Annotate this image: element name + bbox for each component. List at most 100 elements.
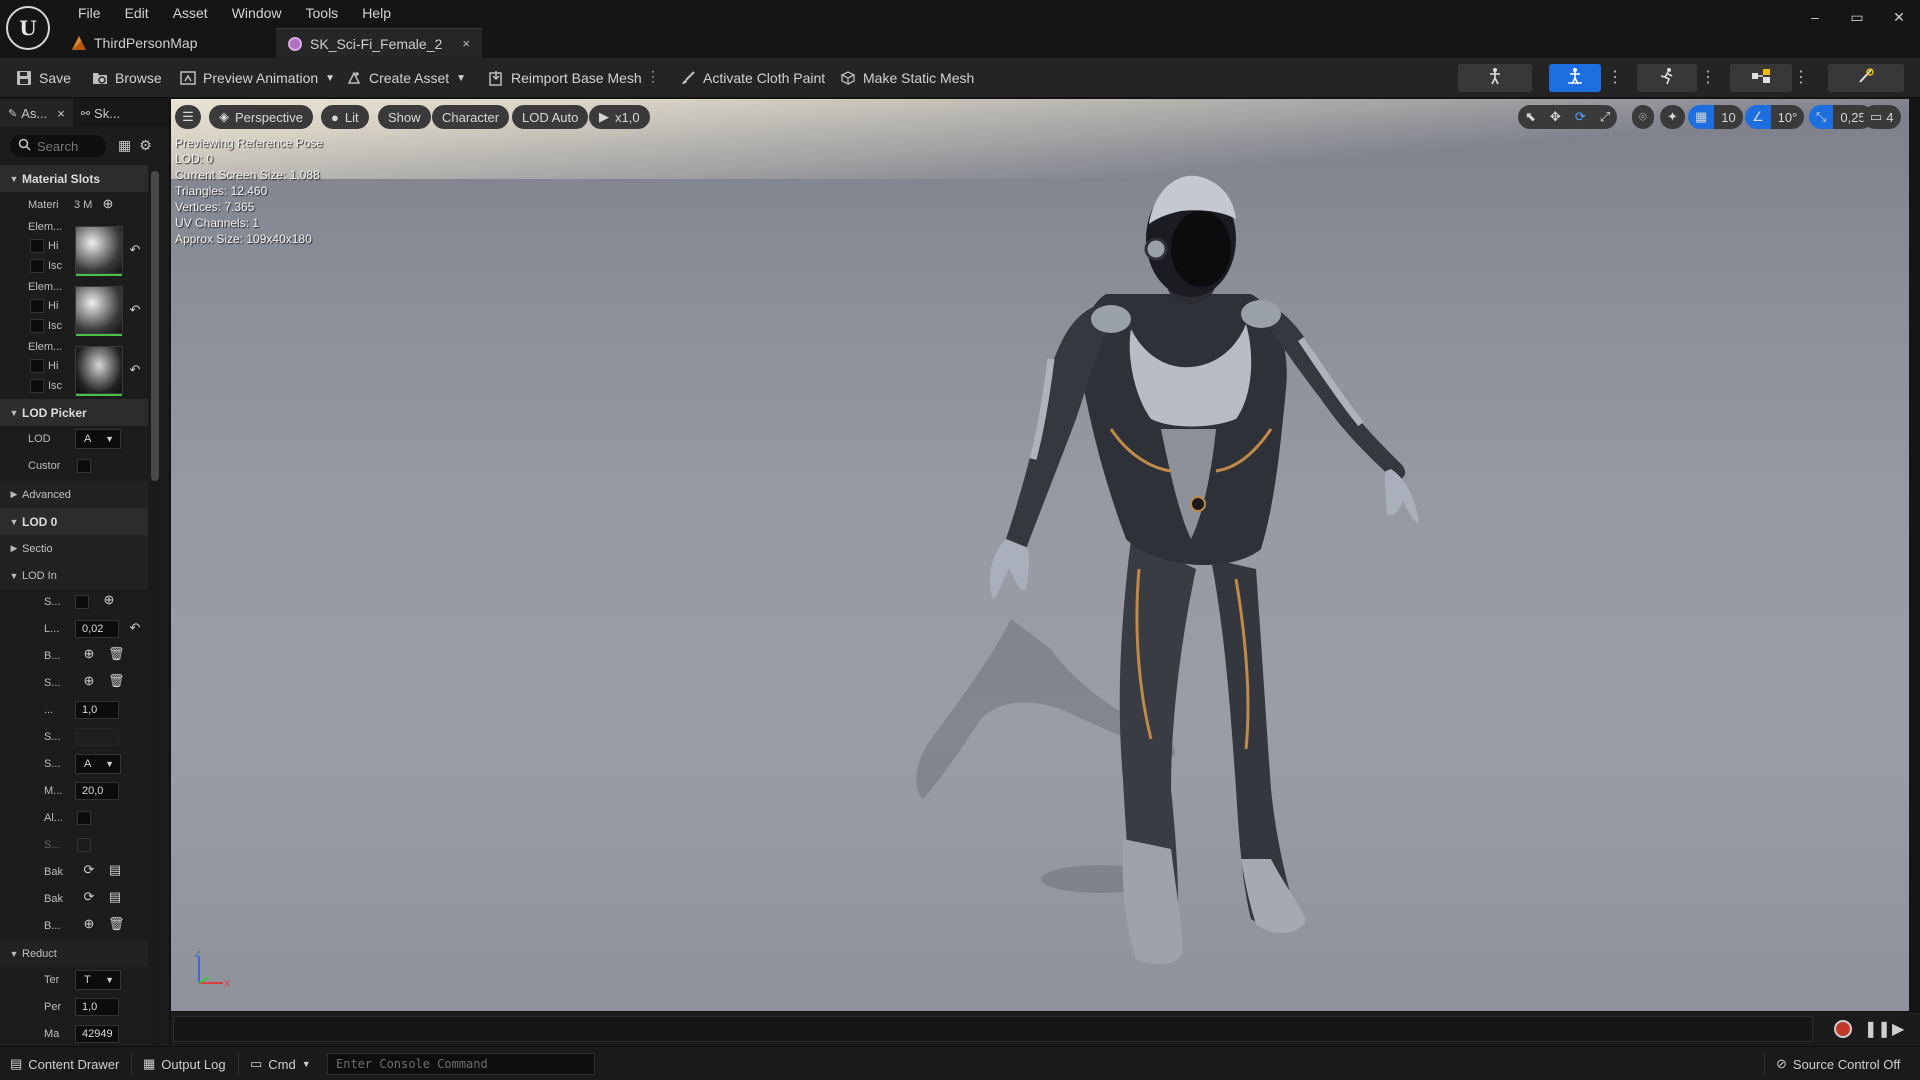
camera-speed-button[interactable]: ▭ 4: [1863, 105, 1901, 129]
percent-input[interactable]: 1,0: [75, 998, 119, 1016]
browse-asset-icon[interactable]: ▤: [108, 889, 122, 905]
save-button[interactable]: Save: [16, 66, 71, 90]
isolate-checkbox[interactable]: [30, 379, 44, 393]
minimize-button[interactable]: –: [1794, 6, 1836, 28]
add-circle-icon[interactable]: ⊕: [82, 646, 96, 662]
console-command-input[interactable]: Enter Console Command: [327, 1053, 595, 1075]
prop-empty-input[interactable]: [75, 728, 119, 746]
scale-snap-icon[interactable]: ⤡: [1809, 105, 1834, 129]
highlight-checkbox[interactable]: [30, 299, 44, 313]
tab-skeleton-tree[interactable]: ⚯ Sk...: [73, 99, 128, 127]
highlight-checkbox[interactable]: [30, 359, 44, 373]
termination-dropdown[interactable]: T ▼: [75, 970, 121, 990]
lod-screen-size-input[interactable]: 0,02: [75, 620, 119, 638]
search-input[interactable]: Search: [10, 135, 106, 157]
character-model[interactable]: [171, 99, 1909, 1011]
material-thumbnail[interactable]: [75, 346, 123, 396]
prop-dropdown[interactable]: A ▼: [75, 754, 121, 774]
output-log-button[interactable]: ▦ Output Log: [143, 1055, 226, 1073]
add-circle-icon[interactable]: ⊕: [82, 916, 96, 932]
select-mode-icon[interactable]: ⬉: [1518, 105, 1543, 129]
animation-mode-button[interactable]: [1637, 64, 1697, 92]
blueprint-mode-button[interactable]: [1730, 64, 1792, 92]
category-material-slots[interactable]: ▼ Material Slots: [0, 165, 148, 192]
material-thumbnail[interactable]: [75, 286, 123, 336]
viewport-menu-button[interactable]: ☰: [175, 105, 201, 129]
trash-icon[interactable]: 🗑: [108, 916, 125, 932]
lod-auto-button[interactable]: LOD Auto: [512, 105, 589, 129]
gear-icon[interactable]: ⚙: [139, 137, 152, 154]
mesh-mode-options-icon[interactable]: ⋮: [1607, 66, 1623, 90]
activate-cloth-paint-button[interactable]: Activate Cloth Paint: [680, 66, 825, 90]
highlight-checkbox[interactable]: [30, 239, 44, 253]
isolate-checkbox[interactable]: [30, 319, 44, 333]
perspective-button[interactable]: ◈ Perspective: [209, 105, 313, 129]
tab-asset-details[interactable]: ✎ As... ×: [0, 99, 73, 127]
angle-snap-icon[interactable]: ∠: [1745, 105, 1771, 129]
close-window-button[interactable]: ✕: [1878, 6, 1920, 28]
create-asset-dropdown[interactable]: Create Asset ▼: [346, 66, 466, 90]
refresh-icon[interactable]: ⟳: [82, 862, 96, 878]
category-lod-picker[interactable]: ▼ LOD Picker: [0, 399, 148, 426]
trash-icon[interactable]: 🗑: [108, 673, 125, 689]
world-local-icon[interactable]: ⌾: [1632, 105, 1654, 129]
prop-number-input[interactable]: 20,0: [75, 782, 119, 800]
add-circle-icon[interactable]: ⊕: [101, 196, 115, 212]
timeline-scrubber[interactable]: [173, 1016, 1813, 1042]
viewport[interactable]: ☰ ◈ Perspective ● Lit Show Character LOD…: [171, 99, 1909, 1011]
custom-lod-checkbox[interactable]: [77, 459, 91, 473]
angle-snap-value[interactable]: 10°: [1770, 105, 1805, 129]
scale-icon[interactable]: ⤢: [1592, 105, 1618, 129]
add-circle-icon[interactable]: ⊕: [102, 592, 116, 608]
grid-snap-value[interactable]: 10: [1714, 105, 1743, 129]
make-static-mesh-button[interactable]: Make Static Mesh: [840, 66, 974, 90]
category-sections[interactable]: ▶ Sectio: [0, 535, 148, 562]
prop-checkbox[interactable]: [75, 595, 89, 609]
trash-icon[interactable]: 🗑: [108, 646, 125, 662]
skeleton-mode-button[interactable]: [1458, 64, 1532, 92]
physics-mode-button[interactable]: [1828, 64, 1904, 92]
lod-dropdown[interactable]: A ▼: [75, 429, 121, 449]
reset-arrow-icon[interactable]: ↶: [128, 620, 142, 636]
scrollbar-thumb[interactable]: [151, 171, 159, 481]
animation-mode-options-icon[interactable]: ⋮: [1700, 66, 1716, 90]
material-thumbnail[interactable]: [75, 226, 123, 276]
tab-thirdpersonmap[interactable]: ThirdPersonMap: [60, 28, 276, 58]
prop-number-input[interactable]: 1,0: [75, 701, 119, 719]
menu-window[interactable]: Window: [220, 2, 294, 24]
play-forward-icon[interactable]: ▶: [1892, 1019, 1904, 1039]
reset-arrow-icon[interactable]: ↶: [128, 362, 142, 378]
mesh-mode-button[interactable]: [1549, 64, 1601, 92]
blueprint-mode-options-icon[interactable]: ⋮: [1793, 66, 1809, 90]
add-circle-icon[interactable]: ⊕: [82, 673, 96, 689]
character-button[interactable]: Character: [432, 105, 510, 129]
category-lod0[interactable]: ▼ LOD 0: [0, 508, 148, 535]
isolate-checkbox[interactable]: [30, 259, 44, 273]
browse-button[interactable]: Browse: [92, 66, 162, 90]
table-view-icon[interactable]: ▦: [118, 137, 131, 154]
menu-edit[interactable]: Edit: [113, 2, 161, 24]
restore-button[interactable]: ▭: [1836, 6, 1878, 28]
translate-icon[interactable]: ✥: [1542, 105, 1568, 129]
close-tab-icon[interactable]: ×: [462, 36, 470, 51]
surface-snap-icon[interactable]: ✦: [1660, 105, 1685, 129]
unreal-logo[interactable]: U: [6, 6, 50, 50]
category-advanced[interactable]: ▶ Advanced: [0, 481, 148, 508]
prop-checkbox[interactable]: [77, 811, 91, 825]
refresh-icon[interactable]: ⟳: [82, 889, 96, 905]
cmd-dropdown[interactable]: ▭ Cmd ▼: [250, 1055, 311, 1073]
category-lod-info[interactable]: ▼ LOD In: [0, 562, 148, 589]
pause-icon[interactable]: ❚❚: [1864, 1019, 1891, 1039]
menu-tools[interactable]: Tools: [294, 2, 351, 24]
lit-button[interactable]: ● Lit: [321, 105, 369, 129]
reimport-base-mesh-button[interactable]: Reimport Base Mesh: [488, 66, 642, 90]
rotate-icon[interactable]: ⟳: [1567, 105, 1593, 129]
reset-arrow-icon[interactable]: ↶: [128, 242, 142, 258]
show-button[interactable]: Show: [378, 105, 431, 129]
reimport-options-icon[interactable]: ⋮: [646, 68, 660, 88]
playback-speed-button[interactable]: ▶ x1,0: [589, 105, 650, 129]
preview-animation-dropdown[interactable]: Preview Animation ▼: [180, 66, 335, 90]
max-input[interactable]: 42949: [75, 1025, 119, 1043]
content-drawer-button[interactable]: ▤ Content Drawer: [10, 1055, 119, 1073]
source-control-button[interactable]: ⊘ Source Control Off: [1776, 1055, 1900, 1073]
